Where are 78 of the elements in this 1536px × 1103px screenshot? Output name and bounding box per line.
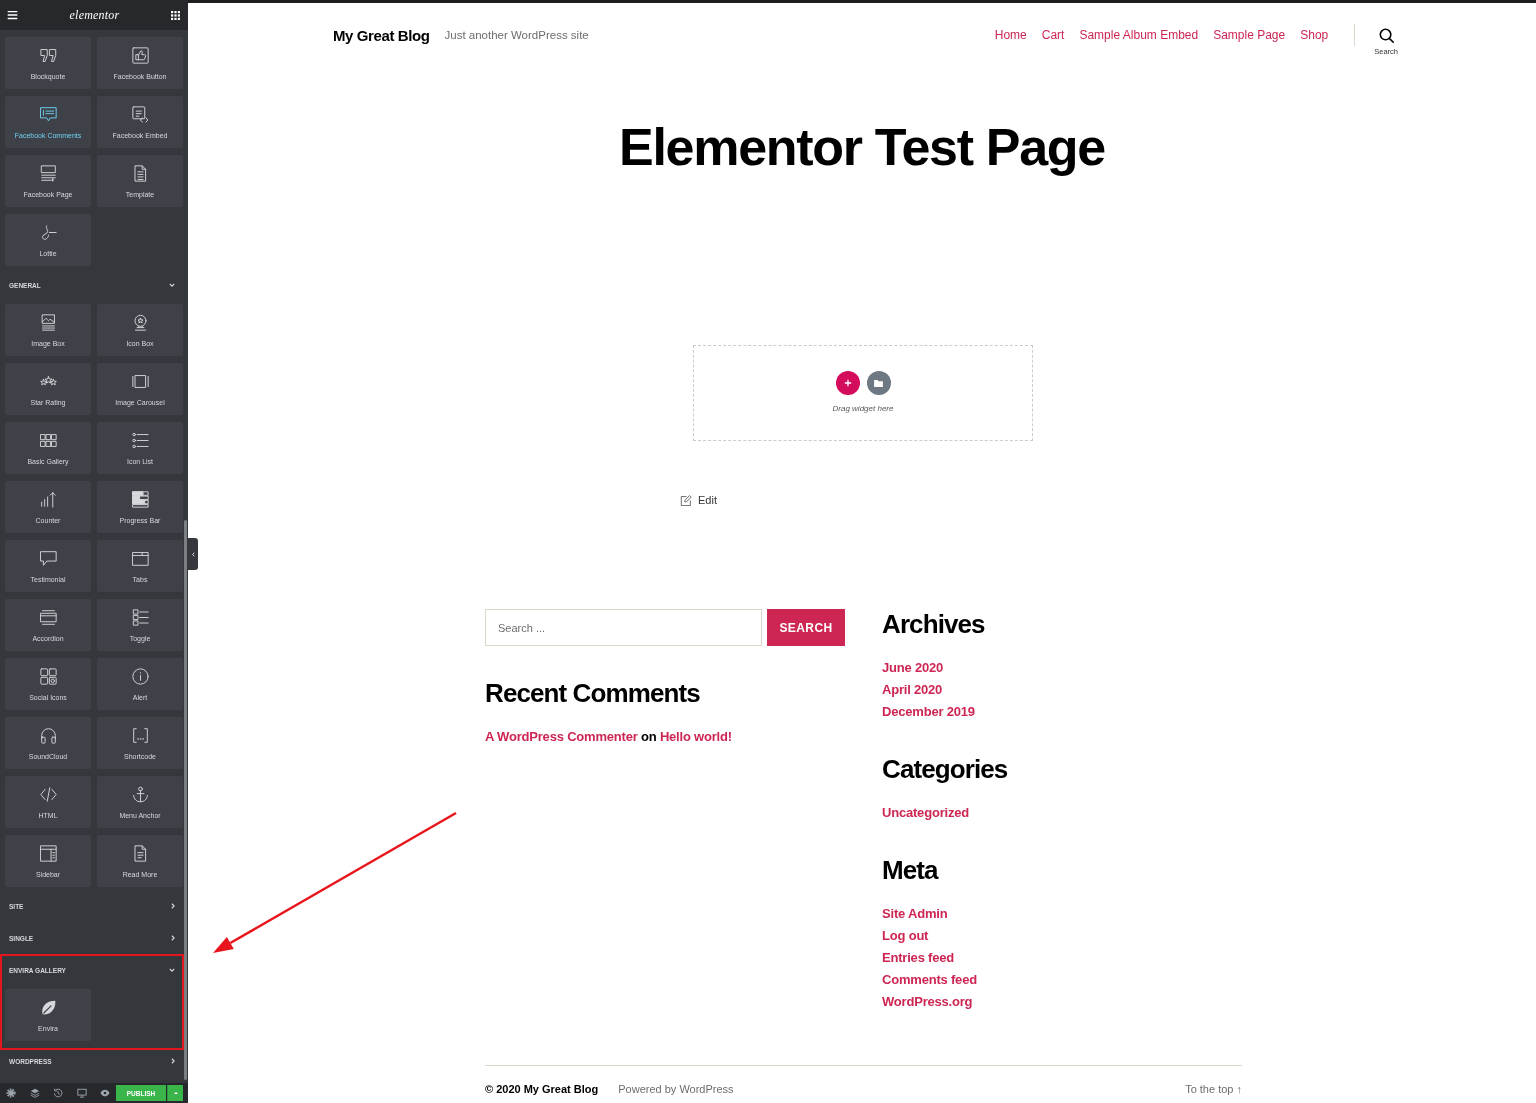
quote-icon [39, 47, 57, 64]
search-icon [1378, 28, 1394, 43]
sidebar-link[interactable]: Comments feed [882, 969, 977, 991]
chevron-down-icon [169, 283, 175, 287]
copyright-text: © 2020 My Great Blog [485, 1082, 599, 1096]
list-icon [131, 432, 149, 449]
thumbs-up-icon [131, 47, 149, 64]
progress-bars-icon [131, 491, 149, 508]
sidebar-link[interactable]: Site Admin [882, 903, 948, 925]
sidebar-link[interactable]: April 2020 [882, 679, 943, 701]
sidebar-link[interactable]: June 2020 [882, 657, 944, 679]
nav-link[interactable]: Home [994, 28, 1027, 42]
app-logo: elementor [69, 7, 120, 23]
scrollbar-thumb[interactable] [184, 520, 187, 1080]
tabs-icon [131, 550, 149, 567]
carousel-icon [131, 373, 149, 390]
widget-title: Meta [882, 855, 940, 885]
eye-icon[interactable] [100, 1088, 110, 1098]
plus-icon [843, 379, 852, 387]
layers-icon[interactable] [29, 1088, 40, 1098]
chevron-down-icon [169, 968, 175, 972]
nav-link[interactable]: Sample Album Embed [1079, 28, 1199, 42]
headphones-icon [39, 727, 57, 744]
picture-lines-icon [39, 314, 57, 331]
site-title[interactable]: My Great Blog [333, 26, 430, 44]
widget-title: Categories [882, 754, 1009, 784]
credit-link[interactable]: Powered by WordPress [618, 1082, 734, 1096]
page-layout-icon [39, 165, 57, 182]
page-title: Elementor Test Page [618, 117, 1106, 177]
social-squares-icon [39, 668, 57, 685]
squiggle-icon [39, 224, 57, 241]
sidebar-link[interactable]: Log out [882, 925, 929, 947]
menu-icon[interactable] [7, 10, 18, 20]
comment-entry: A WordPress Commenter on Hello world! [485, 728, 733, 746]
info-icon [131, 668, 149, 685]
widget-title: Archives [882, 609, 986, 639]
template-library-button[interactable] [866, 371, 891, 395]
chevron-right-icon [171, 1058, 175, 1064]
speech-bubble-icon [39, 550, 57, 567]
monitor-icon[interactable] [76, 1088, 87, 1098]
back-to-top-link[interactable]: To the top ↑ [1185, 1082, 1242, 1096]
drop-hint: Drag widget here [832, 404, 894, 414]
chevron-left-icon [191, 551, 195, 557]
nav-link[interactable]: Shop [1300, 28, 1329, 42]
chevron-right-icon [171, 903, 175, 909]
grid-icon [39, 432, 57, 449]
history-icon[interactable] [53, 1088, 63, 1098]
settings-icon[interactable] [6, 1088, 16, 1098]
search-field[interactable]: Search ... [485, 609, 762, 646]
star-badge-icon [131, 314, 149, 331]
apps-grid-icon[interactable] [171, 10, 180, 20]
sidebar-link[interactable]: Entries feed [882, 947, 954, 969]
comment-author-link[interactable]: A WordPress Commenter [485, 729, 638, 744]
edit-icon [680, 494, 692, 506]
site-tagline: Just another WordPress site [444, 29, 589, 41]
edit-link[interactable]: Edit [680, 492, 717, 508]
search-button[interactable]: SEARCH [767, 609, 845, 646]
nav-link[interactable]: Sample Page [1213, 28, 1286, 42]
accordion-icon [39, 609, 57, 626]
chevron-right-icon [171, 935, 175, 941]
sidebar-link[interactable]: Uncategorized [882, 802, 969, 824]
widget-title: Recent Comments [485, 678, 701, 708]
toggle-list-icon [131, 609, 149, 626]
anchor-icon [131, 786, 149, 803]
code-icon [39, 786, 57, 803]
brackets-icon [131, 727, 149, 744]
add-widget-button[interactable] [835, 371, 860, 395]
panel-toggle[interactable] [188, 538, 198, 570]
embed-code-icon [131, 106, 149, 123]
caret-up-icon [173, 1092, 178, 1094]
sidebar-layout-icon [39, 845, 57, 862]
comment-post-link[interactable]: Hello world! [659, 729, 732, 744]
sidebar-link[interactable]: December 2019 [882, 701, 975, 723]
sidebar-link[interactable]: WordPress.org [882, 991, 973, 1013]
nav-link[interactable]: Cart [1041, 28, 1065, 42]
comment-bubble-icon [39, 106, 57, 123]
folder-icon [874, 379, 883, 387]
bars-arrow-icon [39, 491, 57, 508]
